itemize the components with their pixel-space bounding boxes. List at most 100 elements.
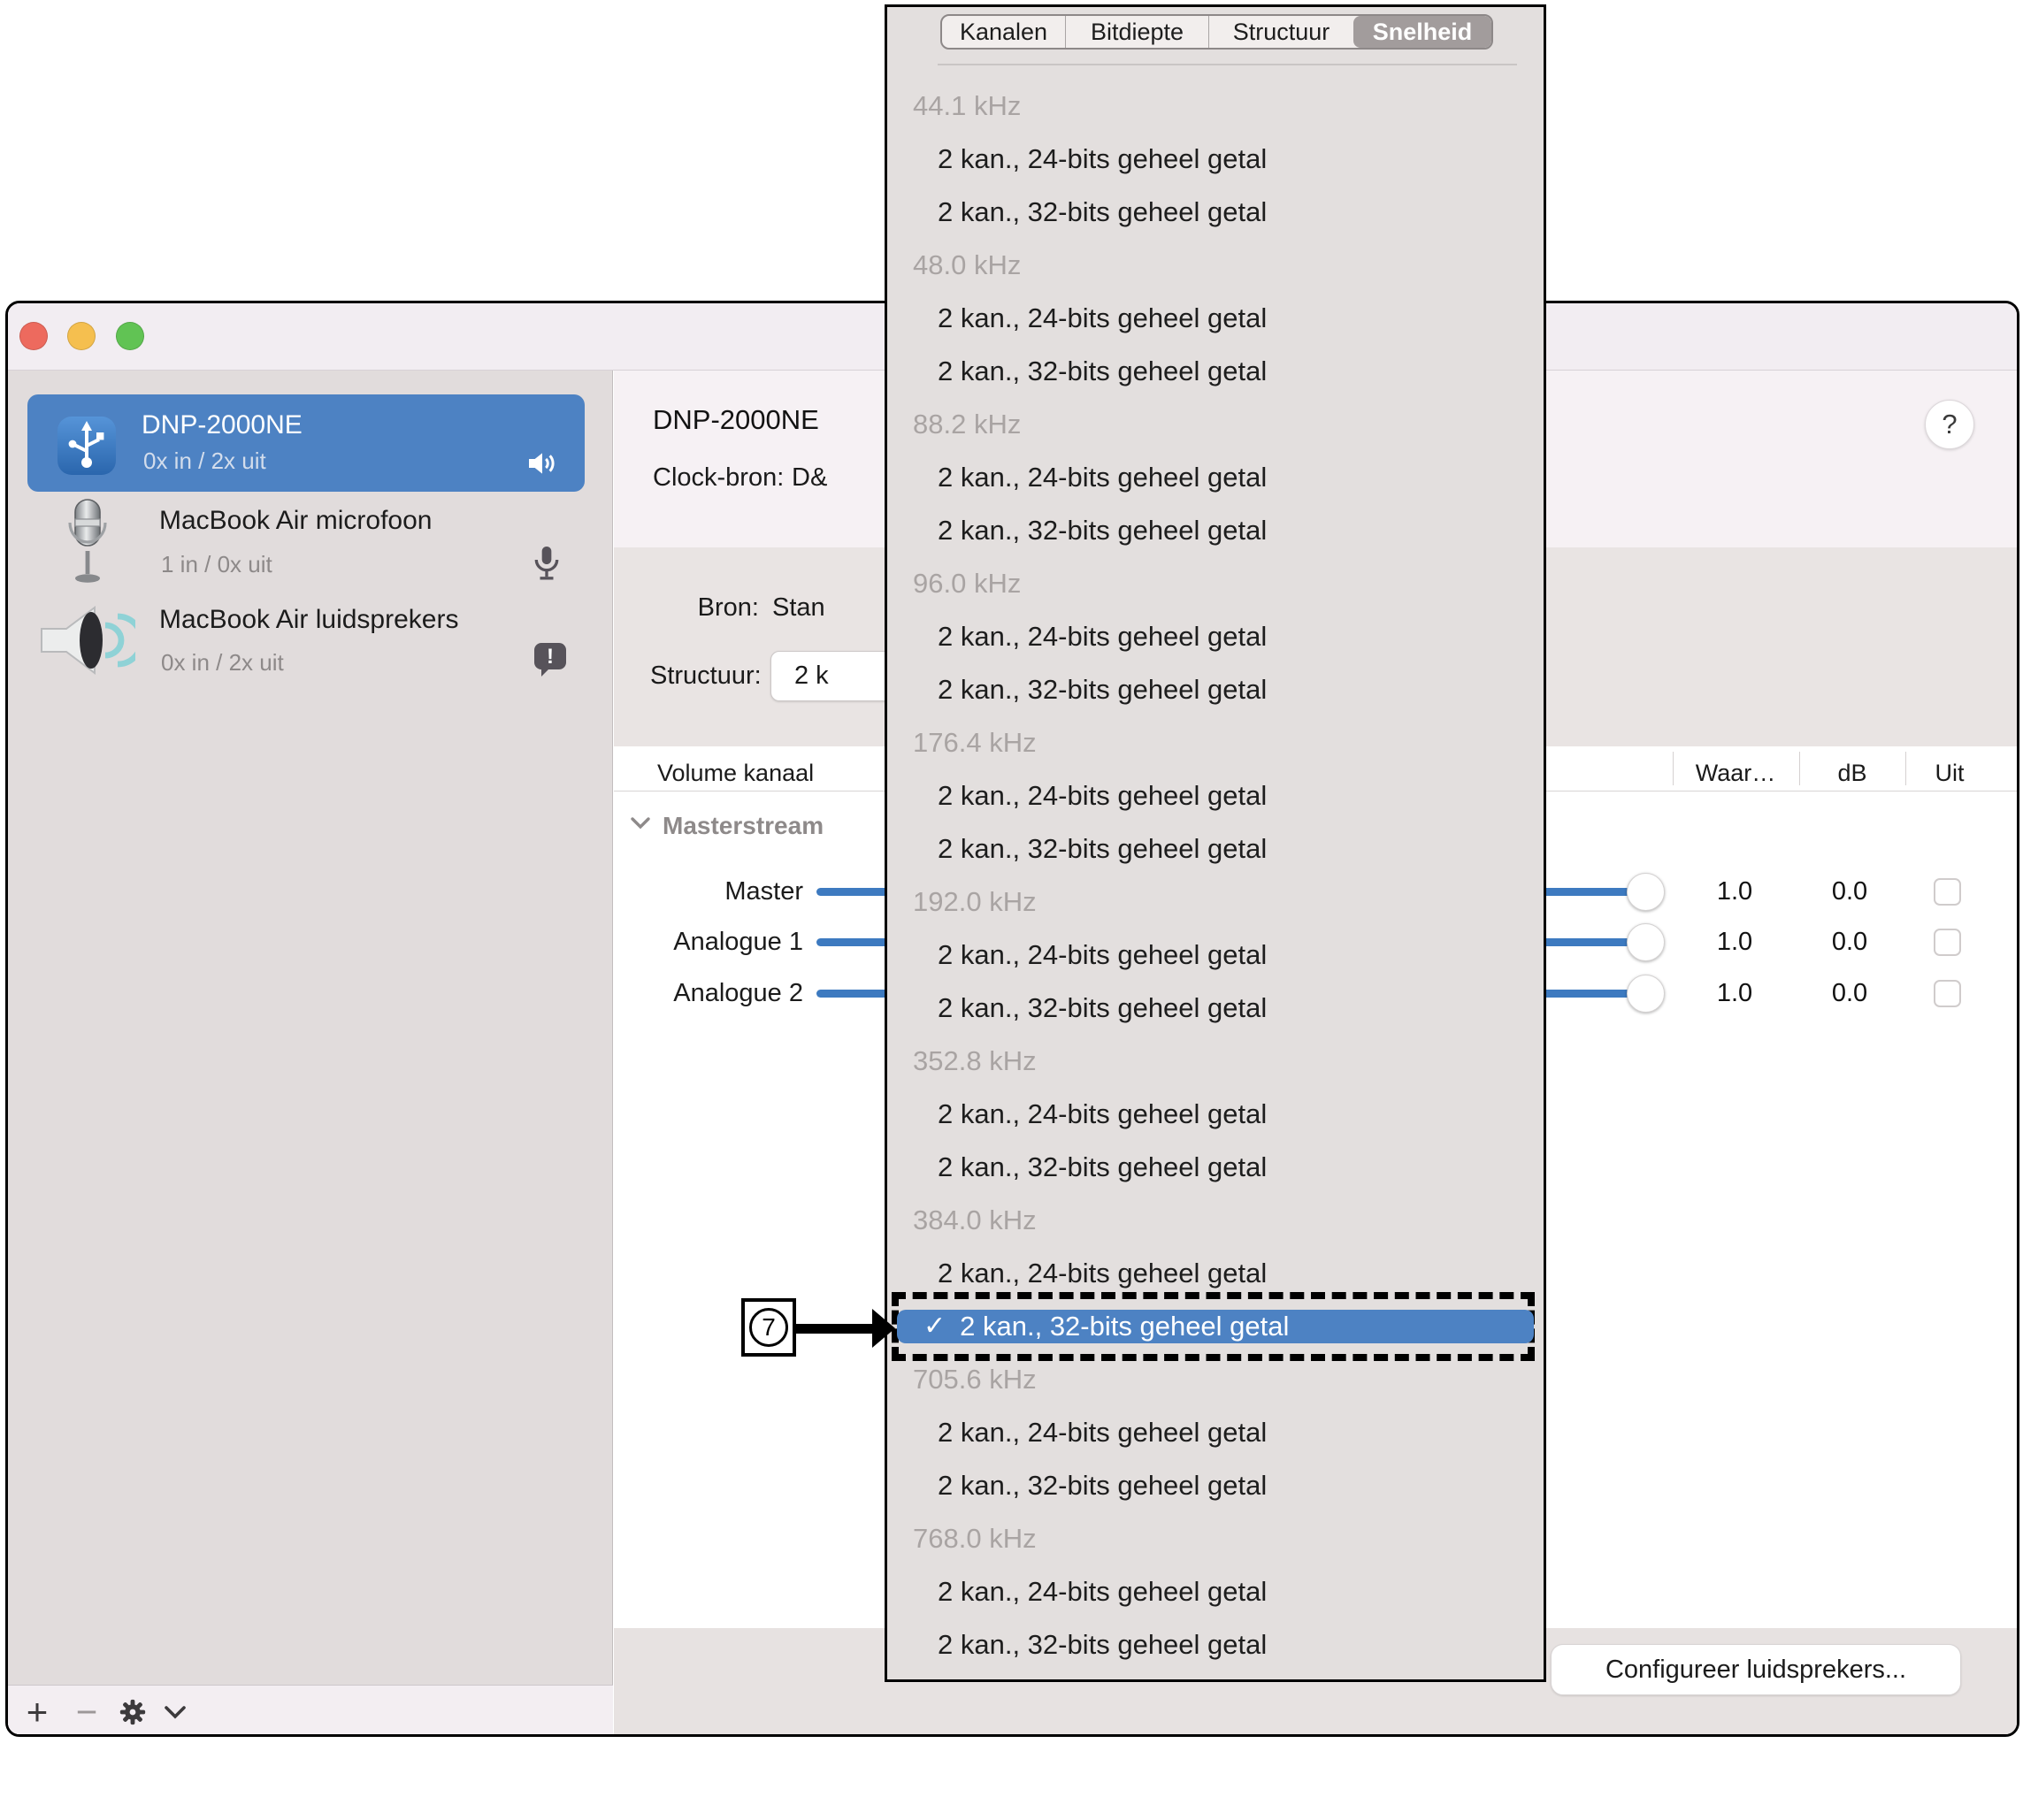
format-option[interactable]: 2 kan., 24-bits geheel getal: [887, 1088, 1544, 1141]
rate-group-label: 48.0 kHz: [887, 239, 1544, 292]
format-option[interactable]: 2 kan., 24-bits geheel getal: [887, 1565, 1544, 1618]
volume-slider-knob[interactable]: [1627, 873, 1665, 911]
format-option[interactable]: 2 kan., 24-bits geheel getal: [887, 1406, 1544, 1459]
usb-icon: [56, 414, 118, 482]
speaker-icon: [525, 446, 560, 486]
rate-group-label: 768.0 kHz: [887, 1512, 1544, 1565]
tab-bitdiepte[interactable]: Bitdiepte: [1065, 16, 1208, 48]
add-device-button[interactable]: +: [17, 1686, 57, 1737]
sidebar-item-macbook-air-microfoon[interactable]: MacBook Air microfoon 1 in / 0x uit: [27, 496, 585, 595]
checkmark-icon: ✓: [923, 1300, 946, 1353]
configure-speakers-button[interactable]: Configureer luidsprekers...: [1551, 1644, 1961, 1695]
channel-label: Analogue 2: [582, 977, 803, 1009]
selected-format-label: 2 kan., 32-bits geheel getal: [960, 1300, 1289, 1353]
rate-group-label: 176.4 kHz: [887, 716, 1544, 769]
sample-rate-list: 44.1 kHz 2 kan., 24-bits geheel getal 2 …: [887, 80, 1544, 1671]
db-cell: 0.0: [1804, 876, 1896, 907]
format-tabs: Kanalen Bitdiepte Structuur Snelheid: [940, 14, 1493, 50]
column-header-mute: Uit: [1910, 760, 1989, 787]
clock-source-value: D&: [792, 463, 827, 492]
volume-slider-knob[interactable]: [1627, 975, 1665, 1013]
device-detail: 0x in / 2x uit: [143, 447, 266, 474]
chevron-down-icon[interactable]: [155, 1686, 195, 1737]
screen: DNP-2000NE 0x in / 2x uit: [0, 0, 2023, 1820]
format-option[interactable]: 2 kan., 32-bits geheel getal: [887, 663, 1544, 716]
format-dropdown[interactable]: 2 k: [770, 651, 897, 701]
stream-group-label: Masterstream: [663, 812, 824, 840]
selected-format-highlight: ✓ 2 kan., 32-bits geheel getal: [897, 1310, 1534, 1343]
rate-group-label: 192.0 kHz: [887, 876, 1544, 929]
format-option[interactable]: 2 kan., 32-bits geheel getal: [887, 982, 1544, 1035]
speaker-icon: [34, 599, 135, 686]
format-option[interactable]: 2 kan., 32-bits geheel getal: [887, 1141, 1544, 1194]
channel-label: Analogue 1: [582, 926, 803, 958]
disclosure-chevron-icon[interactable]: [630, 816, 651, 834]
column-header-value: Waar…: [1678, 760, 1793, 787]
microphone-icon: [65, 498, 111, 594]
minimize-button[interactable]: [67, 322, 96, 350]
value-cell: 1.0: [1689, 876, 1781, 907]
clock-source-row: Clock-bron:D&: [653, 463, 827, 493]
rate-group-label: 96.0 kHz: [887, 557, 1544, 610]
source-label: Bron:: [622, 593, 759, 623]
alert-bubble-icon: !: [531, 639, 570, 684]
channel-label: Master: [582, 876, 803, 907]
device-name: DNP-2000NE: [142, 409, 303, 441]
format-option[interactable]: 2 kan., 32-bits geheel getal: [887, 1618, 1544, 1671]
column-header-db: dB: [1812, 760, 1892, 787]
value-cell: 1.0: [1689, 977, 1781, 1009]
device-name: MacBook Air microfoon: [159, 505, 432, 537]
callout-arrow-head: [872, 1309, 895, 1348]
rate-group-label: 88.2 kHz: [887, 398, 1544, 451]
clock-source-label: Clock-bron:: [653, 463, 792, 493]
format-option[interactable]: 2 kan., 32-bits geheel getal: [887, 504, 1544, 557]
volume-slider-knob[interactable]: [1627, 923, 1665, 961]
step-7-callout: 7: [741, 1298, 796, 1357]
column-divider: [1673, 752, 1674, 785]
tab-structuur[interactable]: Structuur: [1208, 16, 1353, 48]
column-divider: [1799, 752, 1800, 785]
tab-snelheid[interactable]: Snelheid: [1353, 16, 1491, 48]
format-option[interactable]: 2 kan., 32-bits geheel getal: [887, 1459, 1544, 1512]
column-divider: [1905, 752, 1906, 785]
help-button[interactable]: ?: [1925, 400, 1974, 449]
zoom-button[interactable]: [116, 322, 144, 350]
format-option[interactable]: 2 kan., 24-bits geheel getal: [887, 451, 1544, 504]
mute-checkbox[interactable]: [1934, 929, 1961, 956]
rate-group-label: 384.0 kHz: [887, 1194, 1544, 1247]
format-option[interactable]: 2 kan., 32-bits geheel getal: [887, 822, 1544, 876]
tabs-divider: [938, 64, 1517, 65]
device-detail: 1 in / 0x uit: [161, 551, 272, 577]
device-name: MacBook Air luidsprekers: [159, 604, 458, 636]
rate-group-label: 705.6 kHz: [887, 1353, 1544, 1406]
format-label: Structuur:: [650, 661, 762, 691]
sidebar-footer: + −: [8, 1685, 613, 1737]
db-cell: 0.0: [1804, 926, 1896, 958]
device-detail: 0x in / 2x uit: [161, 649, 284, 676]
callout-arrow: [796, 1324, 874, 1334]
format-option[interactable]: 2 kan., 32-bits geheel getal: [887, 345, 1544, 398]
svg-text:!: !: [547, 645, 554, 669]
gear-icon[interactable]: [112, 1686, 153, 1737]
format-option-selected[interactable]: ✓ 2 kan., 32-bits geheel getal: [887, 1300, 1544, 1353]
format-option[interactable]: 2 kan., 24-bits geheel getal: [887, 769, 1544, 822]
step-number: 7: [749, 1308, 788, 1347]
format-option[interactable]: 2 kan., 24-bits geheel getal: [887, 292, 1544, 345]
db-cell: 0.0: [1804, 977, 1896, 1009]
volume-channel-header: Volume kanaal: [657, 760, 814, 787]
format-option[interactable]: 2 kan., 24-bits geheel getal: [887, 610, 1544, 663]
mute-checkbox[interactable]: [1934, 980, 1961, 1007]
mute-checkbox[interactable]: [1934, 878, 1961, 906]
close-button[interactable]: [19, 322, 48, 350]
value-cell: 1.0: [1689, 926, 1781, 958]
sample-rate-popup: Kanalen Bitdiepte Structuur Snelheid 44.…: [885, 4, 1546, 1682]
sidebar-item-dnp-2000ne[interactable]: DNP-2000NE 0x in / 2x uit: [27, 394, 585, 492]
format-option[interactable]: 2 kan., 24-bits geheel getal: [887, 133, 1544, 186]
sidebar-item-macbook-air-luidsprekers[interactable]: MacBook Air luidsprekers 0x in / 2x uit …: [27, 595, 585, 694]
format-option[interactable]: 2 kan., 24-bits geheel getal: [887, 929, 1544, 982]
tab-kanalen[interactable]: Kanalen: [942, 16, 1065, 48]
rate-group-label: 44.1 kHz: [887, 80, 1544, 133]
remove-device-button[interactable]: −: [66, 1686, 107, 1737]
format-option[interactable]: 2 kan., 32-bits geheel getal: [887, 186, 1544, 239]
rate-group-label: 352.8 kHz: [887, 1035, 1544, 1088]
